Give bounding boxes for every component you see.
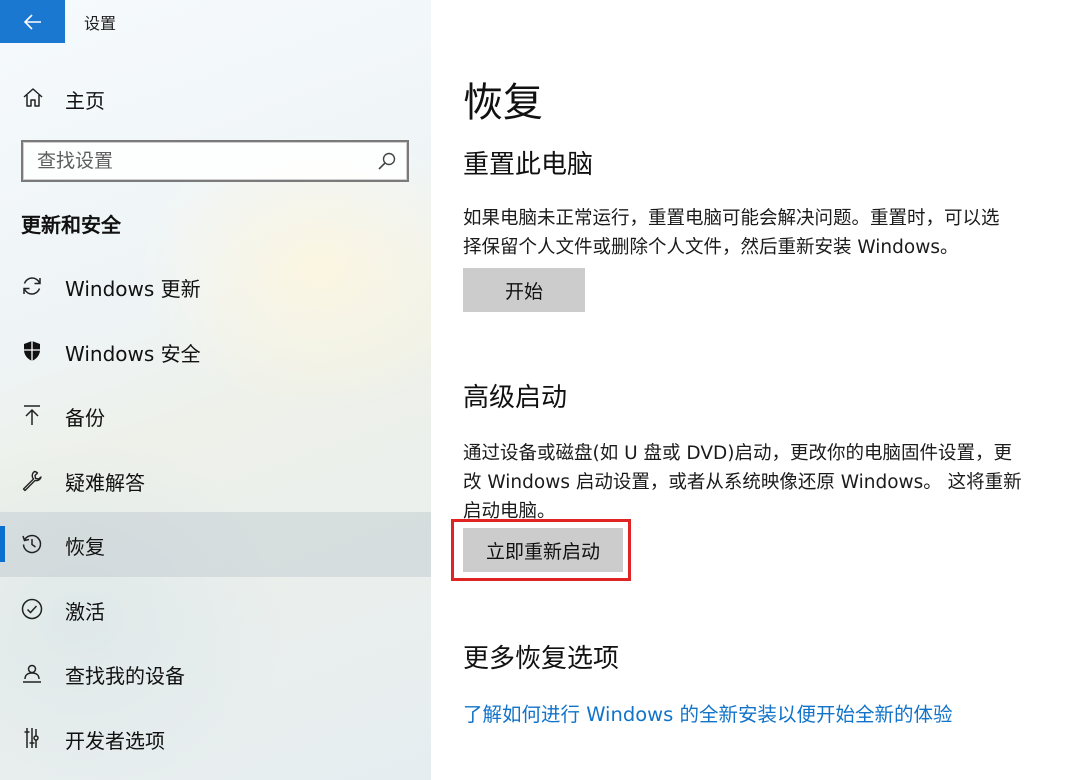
sidebar-item-activation[interactable]: 激活 [0,577,431,642]
person-location-icon [23,664,41,683]
section-title: 更新和安全 [21,213,121,237]
advanced-startup-description: 通过设备或磁盘(如 U 盘或 DVD)启动，更改你的电脑固件设置，更 改 Win… [463,439,1063,526]
wrench-icon [22,470,42,491]
more-recovery-heading: 更多恢复选项 [463,644,620,674]
sidebar-item-label: Windows 安全 [65,341,201,366]
history-icon [22,534,42,554]
reset-start-button[interactable]: 开始 [463,268,585,312]
sidebar-item-label: 备份 [65,406,105,430]
sidebar-item-developer-options[interactable]: 开发者选项 [0,706,431,771]
active-indicator [0,526,5,562]
advanced-description-line: 改 Windows 启动设置，或者从系统映像还原 Windows。 这将重新 [463,472,1022,493]
sidebar-item-troubleshoot[interactable]: 疑难解答 [0,448,431,513]
shield-icon [24,340,40,361]
sidebar-item-recovery[interactable]: 恢复 [0,512,431,577]
sidebar-item-label: 疑难解答 [65,470,145,495]
search-box[interactable] [21,140,409,182]
sidebar-item-windows-security[interactable]: Windows 安全 [0,319,431,384]
restart-now-button[interactable]: 立即重新启动 [463,528,623,572]
reset-description-line: 如果电脑未正常运行，重置电脑可能会解决问题。重置时，可以选 [463,208,1000,229]
developer-tools-icon [24,727,39,748]
sidebar-item-label: 开发者选项 [65,728,165,753]
sync-icon [23,277,41,295]
sidebar-item-label: 查找我的设备 [65,664,185,688]
sidebar-item-home[interactable]: 主页 [0,78,431,118]
sidebar: 设置 主页 更新和安全 Windows 更新 Window [0,0,431,780]
main-content: 恢复 重置此电脑 如果电脑未正常运行，重置电脑可能会解决问题。重置时，可以选 择… [431,0,1080,780]
sidebar-item-windows-update[interactable]: Windows 更新 [0,254,431,319]
reset-heading: 重置此电脑 [463,150,594,180]
sidebar-item-label: Windows 更新 [65,277,201,301]
advanced-startup-heading: 高级启动 [463,383,568,413]
window-title: 设置 [84,14,117,33]
sidebar-nav: Windows 更新 Windows 安全 备份 疑难解答 恢复 激活 查找我的… [0,254,431,770]
search-input[interactable] [37,149,357,173]
sidebar-item-label: 恢复 [65,535,105,559]
fresh-install-link[interactable]: 了解如何进行 Windows 的全新安装以便开始全新的体验 [463,698,952,727]
advanced-description-line: 通过设备或磁盘(如 U 盘或 DVD)启动，更改你的电脑固件设置，更 [463,443,1012,464]
sidebar-item-label: 激活 [65,599,105,624]
search-icon[interactable] [377,151,397,171]
back-button[interactable] [0,0,65,43]
reset-description-line: 择保留个人文件或删除个人文件，然后重新安装 Windows。 [463,237,959,258]
sidebar-item-label: 主页 [65,89,105,113]
check-circle-icon [21,598,43,619]
upload-arrow-icon [24,405,40,425]
page-title: 恢复 [463,80,543,126]
sidebar-item-find-my-device[interactable]: 查找我的设备 [0,641,431,706]
home-icon [23,88,43,107]
arrow-left-icon [23,13,41,30]
reset-description: 如果电脑未正常运行，重置电脑可能会解决问题。重置时，可以选 择保留个人文件或删除… [463,204,1063,262]
sidebar-item-backup[interactable]: 备份 [0,383,431,448]
